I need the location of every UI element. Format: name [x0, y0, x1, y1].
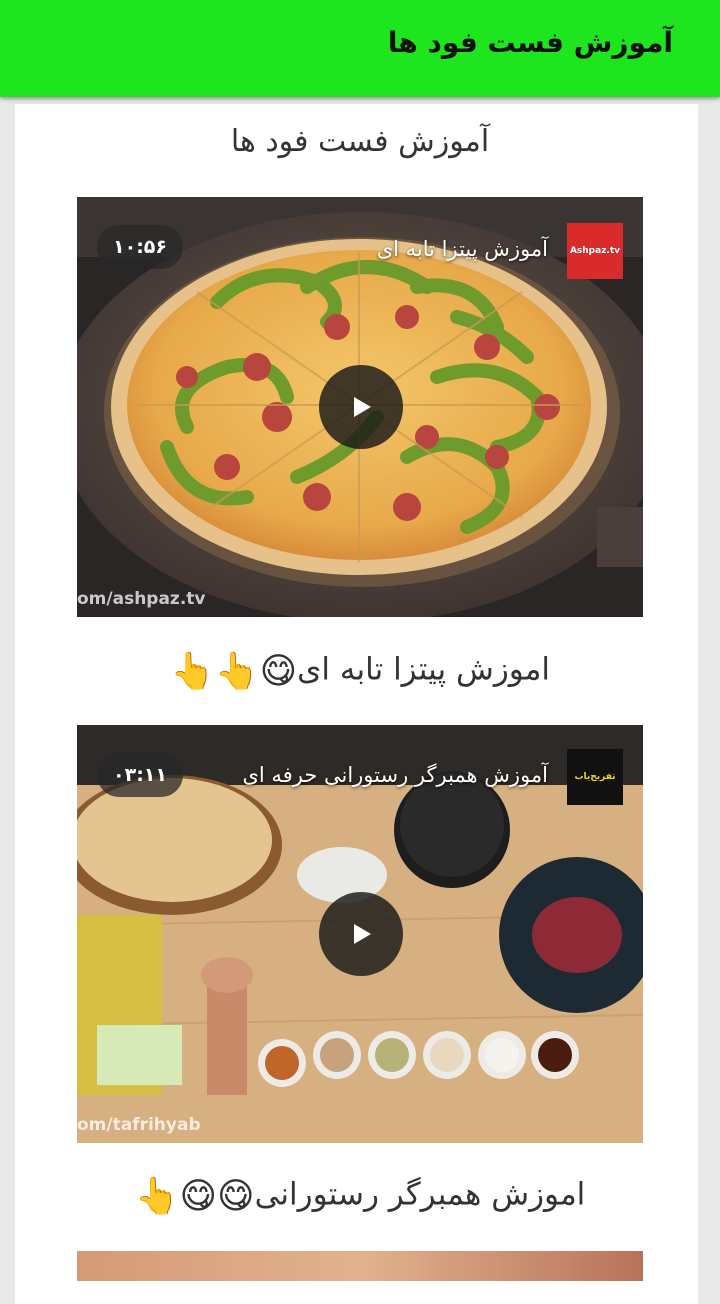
video-caption-burger: اموزش همبرگر رستورانی😋😋👆 — [0, 1175, 720, 1217]
video-caption-pizza: اموزش پیتزا تابه ای😋👆👆 — [0, 650, 720, 692]
duration-badge: ۰۳:۱۱ — [97, 753, 183, 797]
video-title-burger: آموزش همبرگر رستورانی حرفه ای — [242, 763, 548, 787]
app-title: آموزش فست فود ها — [387, 26, 673, 59]
channel-logo-ashpaz[interactable]: Ashpaz.tv — [567, 223, 623, 279]
caption-text: اموزش پیتزا تابه ای — [297, 651, 551, 688]
video-player-next[interactable] — [77, 1251, 643, 1281]
video-watermark: om/ashpaz.tv — [77, 589, 206, 609]
video-watermark: om/tafrihyab — [77, 1115, 201, 1135]
app-bar: آموزش فست فود ها — [0, 0, 720, 97]
play-icon[interactable] — [319, 365, 403, 449]
play-icon[interactable] — [319, 892, 403, 976]
channel-logo-tafrihyab[interactable]: تفریح‌یاب — [567, 749, 623, 805]
video-thumbnail-next — [77, 1251, 643, 1281]
channel-logo-text: تفریح‌یاب — [574, 772, 616, 782]
caption-emojis: 😋😋👆 — [134, 1176, 255, 1217]
video-player-burger[interactable]: آموزش همبرگر رستورانی حرفه ای تفریح‌یاب … — [77, 725, 643, 1143]
video-player-pizza[interactable]: آموزش پیتزا تابه ای Ashpaz.tv ۱۰:۵۶ om/a… — [77, 197, 643, 617]
video-title-pizza: آموزش پیتزا تابه ای — [376, 237, 548, 261]
caption-text: اموزش همبرگر رستورانی — [254, 1176, 586, 1213]
duration-badge: ۱۰:۵۶ — [97, 225, 183, 269]
page-heading: آموزش فست فود ها — [230, 124, 490, 159]
channel-logo-text: Ashpaz.tv — [569, 246, 621, 256]
caption-emojis: 😋👆👆 — [169, 651, 298, 692]
